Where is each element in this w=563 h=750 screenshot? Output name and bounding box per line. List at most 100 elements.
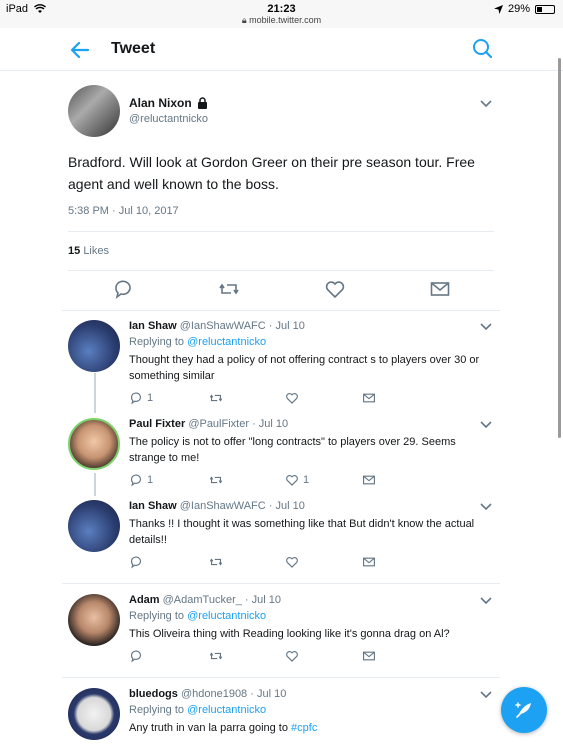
retweet-action[interactable]: [209, 649, 223, 663]
retweet-action[interactable]: [209, 473, 223, 487]
like-action[interactable]: [285, 555, 299, 569]
reply-author-name[interactable]: Adam: [129, 594, 160, 606]
reply-header: Ian Shaw @IanShawWAFC · Jul 10: [129, 320, 305, 332]
app-header: Tweet: [0, 28, 563, 71]
chevron-down-icon[interactable]: [480, 320, 492, 332]
avatar[interactable]: [68, 594, 120, 646]
url-text: mobile.twitter.com: [249, 15, 322, 25]
likes-summary[interactable]: 15 Likes: [68, 245, 109, 257]
reply-header: Paul Fixter @PaulFixter · Jul 10: [129, 418, 288, 430]
chevron-down-icon[interactable]: [480, 97, 492, 109]
like-count: 1: [303, 474, 310, 486]
heart-icon: [286, 557, 298, 568]
reply-author-handle[interactable]: @hdone1908: [181, 688, 247, 700]
status-bar: iPad 21:23 🔒︎ mobile.twitter.com 29%: [0, 0, 563, 28]
author-handle[interactable]: @reluctantnicko: [129, 113, 208, 125]
replying-to-link[interactable]: @reluctantnicko: [187, 336, 266, 348]
reply-text: Thanks !! I thought it was something lik…: [129, 518, 475, 546]
thread-line: [94, 373, 96, 413]
reply-icon: [130, 474, 142, 487]
reply-action[interactable]: [129, 649, 143, 663]
retweet-icon: [209, 394, 223, 402]
heart-icon: [286, 393, 298, 404]
avatar[interactable]: [68, 688, 120, 740]
chevron-down-icon[interactable]: [480, 688, 492, 700]
like-action[interactable]: [285, 649, 299, 663]
back-arrow-icon[interactable]: [68, 38, 92, 62]
hashtag-link[interactable]: #cpfc: [291, 722, 317, 734]
reply-author-name[interactable]: Paul Fixter: [129, 418, 185, 430]
reply-header: Ian Shaw @IanShawWAFC · Jul 10: [129, 500, 305, 512]
url-bar[interactable]: 🔒︎ mobile.twitter.com: [0, 15, 563, 26]
mail-icon[interactable]: [429, 278, 451, 300]
reply-actions: 1 1: [129, 473, 429, 489]
likes-label: Likes: [83, 245, 109, 257]
reply-author-handle[interactable]: @AdamTucker_: [163, 594, 242, 606]
mail-icon: [363, 393, 375, 403]
likes-count: 15: [68, 245, 81, 257]
retweet-icon: [209, 476, 223, 484]
avatar[interactable]: [68, 320, 120, 372]
reply-count: 1: [147, 392, 154, 404]
clock: 21:23: [267, 3, 296, 15]
mail-icon: [363, 651, 375, 661]
tweet-text: Bradford. Will look at Gordon Greer on t…: [68, 154, 475, 192]
reply-icon: [130, 650, 142, 663]
tweet-actions: [62, 278, 500, 302]
avatar[interactable]: [68, 418, 120, 470]
replying-to: Replying to @reluctantnicko: [129, 610, 266, 622]
replying-prefix: Replying to: [129, 336, 185, 348]
status-right: 29%: [493, 3, 555, 15]
reply-author-handle[interactable]: @IanShawWAFC: [180, 320, 266, 332]
reply-date: · Jul 10: [268, 500, 305, 512]
dm-action[interactable]: [362, 473, 376, 487]
heart-icon: [286, 475, 298, 486]
compose-tweet-button[interactable]: [501, 687, 547, 733]
reply-author-handle[interactable]: @IanShawWAFC: [180, 500, 266, 512]
reply-action[interactable]: [129, 555, 143, 569]
tweet-timestamp[interactable]: 5:38 PM · Jul 10, 2017: [68, 205, 179, 217]
reply-actions: [129, 555, 429, 571]
reply-author-name[interactable]: Ian Shaw: [129, 500, 177, 512]
mail-icon: [363, 475, 375, 485]
heart-icon[interactable]: [324, 278, 346, 300]
retweet-icon[interactable]: [218, 278, 240, 300]
reply-action[interactable]: 1: [129, 391, 153, 405]
dm-action[interactable]: [362, 555, 376, 569]
reply-header: Adam @AdamTucker_ · Jul 10: [129, 594, 281, 606]
like-action[interactable]: 1: [285, 473, 309, 487]
chevron-down-icon[interactable]: [480, 500, 492, 512]
search-icon[interactable]: [470, 37, 494, 61]
retweet-action[interactable]: [209, 391, 223, 405]
reply-author-handle[interactable]: @PaulFixter: [188, 418, 249, 430]
replying-prefix: Replying to: [129, 704, 185, 716]
dm-action[interactable]: [362, 391, 376, 405]
thread-line: [94, 473, 96, 496]
avatar[interactable]: [68, 85, 120, 137]
replying-to-link[interactable]: @reluctantnicko: [187, 704, 266, 716]
avatar[interactable]: [68, 500, 120, 552]
reply-date: · Jul 10: [268, 320, 305, 332]
compose-feather-icon: [515, 702, 531, 718]
replying-to-link[interactable]: @reluctantnicko: [187, 610, 266, 622]
reply-author-name[interactable]: bluedogs: [129, 688, 178, 700]
mail-icon: [363, 557, 375, 567]
reply-icon[interactable]: [112, 278, 134, 300]
reply-action[interactable]: 1: [129, 473, 153, 487]
scrollbar[interactable]: [558, 58, 561, 438]
like-action[interactable]: [285, 391, 299, 405]
author-name: Alan Nixon: [129, 96, 192, 110]
divider: [62, 677, 500, 678]
reply-icon: [130, 556, 142, 569]
replying-to: Replying to @reluctantnicko: [129, 336, 266, 348]
chevron-down-icon[interactable]: [480, 594, 492, 606]
reply-count: 1: [147, 474, 154, 486]
reply-author-name[interactable]: Ian Shaw: [129, 320, 177, 332]
author-name-row[interactable]: Alan Nixon: [129, 96, 208, 110]
reply-text-body: Any truth in van la parra going to: [129, 722, 292, 734]
dm-action[interactable]: [362, 649, 376, 663]
chevron-down-icon[interactable]: [480, 418, 492, 430]
replying-to: Replying to @reluctantnicko: [129, 704, 266, 716]
location-arrow-icon: [493, 4, 503, 14]
retweet-action[interactable]: [209, 555, 223, 569]
